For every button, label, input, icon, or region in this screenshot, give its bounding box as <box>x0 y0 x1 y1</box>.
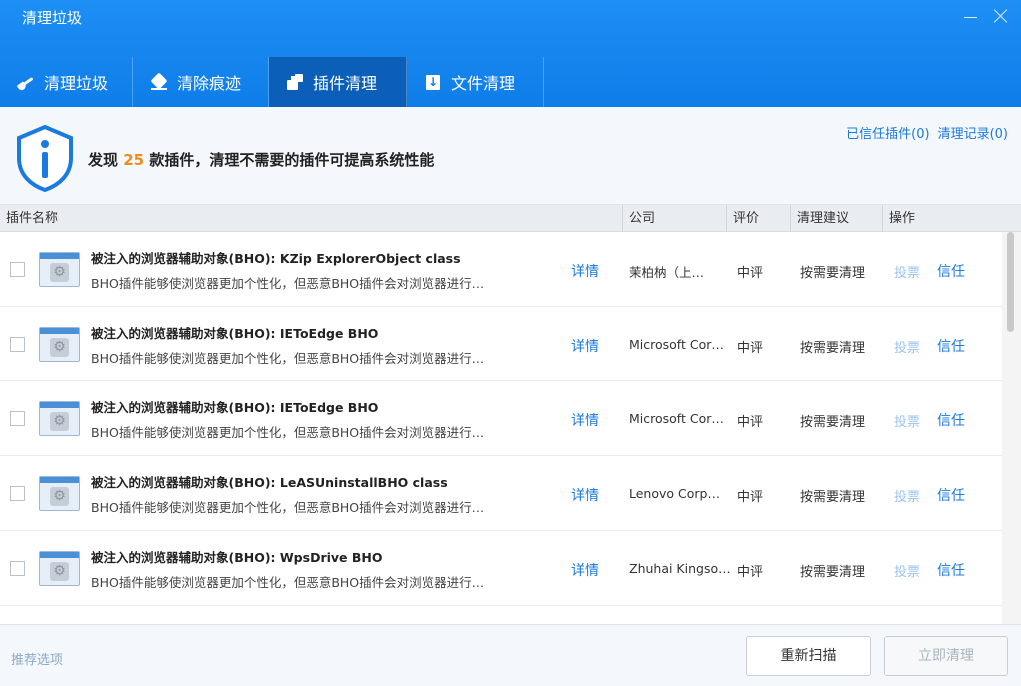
minimize-icon[interactable] <box>961 6 981 26</box>
company-cell: 茉柏枘（上… <box>629 265 705 280</box>
trust-link[interactable]: 信任 <box>937 485 965 505</box>
table-row: ⚙ 被注入的浏览器辅助对象(BHO): KZip ExplorerObject … <box>0 232 1002 307</box>
plugin-window-icon: ⚙ <box>39 545 80 586</box>
tab-file-clean[interactable]: 文件清理 <box>407 57 544 107</box>
tab-bar: 清理垃圾 清除痕迹 插件清理 文件清理 <box>0 57 544 107</box>
vote-link[interactable]: 投票 <box>894 262 920 281</box>
detail-link[interactable]: 详情 <box>571 410 599 430</box>
window-header: 清理垃圾 清理垃圾 清除痕迹 插件清理 文件清理 <box>0 0 1021 107</box>
footer-bar: 推荐选项 重新扫描 立即清理 <box>0 624 1021 686</box>
plugin-title: 被注入的浏览器辅助对象(BHO): LeASUninstallBHO class <box>91 475 448 490</box>
rating-cell: 中评 <box>737 490 764 505</box>
table-row: ⚙ 被注入的浏览器辅助对象(BHO): WpsDrive BHO BHO插件能够… <box>0 531 1002 606</box>
rating-cell: 中评 <box>737 415 764 430</box>
summary-prefix: 发现 <box>88 151 119 169</box>
rating-cell: 中评 <box>737 565 764 580</box>
row-checkbox[interactable] <box>10 337 25 352</box>
company-cell: Lenovo Corp… <box>629 486 720 501</box>
trust-link[interactable]: 信任 <box>937 410 965 430</box>
table-header: 插件名称 公司 评价 清理建议 操作 <box>0 205 1021 232</box>
plugin-title: 被注入的浏览器辅助对象(BHO): WpsDrive BHO <box>91 550 383 565</box>
tab-label: 清理垃圾 <box>44 74 109 93</box>
advice-cell: 按需要清理 <box>800 415 866 430</box>
table-row: ⚙ 被注入的浏览器辅助对象(BHO): LeASUninstallBHO cla… <box>0 456 1002 531</box>
column-action: 操作 <box>882 205 992 232</box>
company-cell: Microsoft Cor… <box>629 337 724 352</box>
scan-summary: 发现 25 款插件，清理不需要的插件可提高系统性能 <box>88 149 434 170</box>
table-row: ⚙ 被注入的浏览器辅助对象(BHO): IEToEdge BHO BHO插件能够… <box>0 307 1002 381</box>
tab-clear-traces[interactable]: 清除痕迹 <box>133 57 269 107</box>
window-title: 清理垃圾 <box>22 9 83 27</box>
info-bar: 发现 25 款插件，清理不需要的插件可提高系统性能 已信任插件(0) 清理记录(… <box>0 107 1021 205</box>
plugin-description: BHO插件能够使浏览器更加个性化，但恶意BHO插件会对浏览器进行… <box>91 500 485 515</box>
close-icon[interactable] <box>991 6 1011 26</box>
recommend-options-link[interactable]: 推荐选项 <box>11 649 63 668</box>
plugin-window-icon: ⚙ <box>39 470 80 511</box>
tab-plugin-clean[interactable]: 插件清理 <box>269 57 407 107</box>
rating-cell: 中评 <box>737 341 764 356</box>
vote-link[interactable]: 投票 <box>894 411 920 430</box>
summary-suffix: 款插件，清理不需要的插件可提高系统性能 <box>149 151 435 169</box>
scrollbar-thumb[interactable] <box>1007 232 1014 332</box>
plugin-title: 被注入的浏览器辅助对象(BHO): IEToEdge BHO <box>91 326 379 341</box>
file-icon <box>423 72 443 92</box>
plugin-window-icon: ⚙ <box>39 395 80 436</box>
top-links: 已信任插件(0) 清理记录(0) <box>846 123 1008 142</box>
detail-link[interactable]: 详情 <box>571 261 599 281</box>
trust-link[interactable]: 信任 <box>937 261 965 281</box>
plugin-title: 被注入的浏览器辅助对象(BHO): IEToEdge BHO <box>91 400 379 415</box>
plugin-title: 被注入的浏览器辅助对象(BHO): KZip ExplorerObject cl… <box>91 251 461 266</box>
row-checkbox[interactable] <box>10 262 25 277</box>
trust-link[interactable]: 信任 <box>937 336 965 356</box>
trust-link[interactable]: 信任 <box>937 560 965 580</box>
table-row: ⚙ 被注入的浏览器辅助对象(BHO): IEToEdge BHO BHO插件能够… <box>0 381 1002 456</box>
rescan-button[interactable]: 重新扫描 <box>746 636 871 676</box>
rating-cell: 中评 <box>737 266 764 281</box>
vertical-scrollbar[interactable] <box>1002 232 1021 624</box>
tab-label: 插件清理 <box>313 74 378 93</box>
plugin-list: ⚙ 被注入的浏览器辅助对象(BHO): KZip ExplorerObject … <box>0 232 1002 624</box>
advice-cell: 按需要清理 <box>800 490 866 505</box>
vote-link[interactable]: 投票 <box>894 561 920 580</box>
advice-cell: 按需要清理 <box>800 266 866 281</box>
clean-records-link[interactable]: 清理记录(0) <box>938 123 1008 142</box>
detail-link[interactable]: 详情 <box>571 485 599 505</box>
plugin-count: 25 <box>123 151 145 169</box>
plugin-window-icon: ⚙ <box>39 321 80 362</box>
detail-link[interactable]: 详情 <box>571 336 599 356</box>
plugin-icon <box>285 72 305 92</box>
column-company: 公司 <box>622 205 726 232</box>
broom-icon <box>16 72 36 92</box>
tab-clean-junk[interactable]: 清理垃圾 <box>0 57 133 107</box>
plugin-window-icon: ⚙ <box>39 246 80 287</box>
eraser-icon <box>149 72 169 92</box>
shield-info-icon <box>17 124 73 192</box>
detail-link[interactable]: 详情 <box>571 560 599 580</box>
plugin-description: BHO插件能够使浏览器更加个性化，但恶意BHO插件会对浏览器进行… <box>91 425 485 440</box>
vote-link[interactable]: 投票 <box>894 337 920 356</box>
plugin-description: BHO插件能够使浏览器更加个性化，但恶意BHO插件会对浏览器进行… <box>91 351 485 366</box>
clean-now-button[interactable]: 立即清理 <box>884 636 1008 676</box>
trusted-plugins-link[interactable]: 已信任插件(0) <box>846 123 929 142</box>
row-checkbox[interactable] <box>10 486 25 501</box>
tab-label: 清除痕迹 <box>177 74 242 93</box>
advice-cell: 按需要清理 <box>800 565 866 580</box>
column-name: 插件名称 <box>6 211 59 226</box>
vote-link[interactable]: 投票 <box>894 486 920 505</box>
plugin-description: BHO插件能够使浏览器更加个性化，但恶意BHO插件会对浏览器进行… <box>91 276 485 291</box>
window-controls <box>961 6 1011 26</box>
column-advice: 清理建议 <box>790 205 882 232</box>
row-checkbox[interactable] <box>10 411 25 426</box>
row-checkbox[interactable] <box>10 561 25 576</box>
company-cell: Zhuhai Kingso… <box>629 561 731 576</box>
column-rating: 评价 <box>726 205 790 232</box>
tab-label: 文件清理 <box>451 74 516 93</box>
advice-cell: 按需要清理 <box>800 341 866 356</box>
plugin-description: BHO插件能够使浏览器更加个性化，但恶意BHO插件会对浏览器进行… <box>91 575 485 590</box>
company-cell: Microsoft Cor… <box>629 411 724 426</box>
